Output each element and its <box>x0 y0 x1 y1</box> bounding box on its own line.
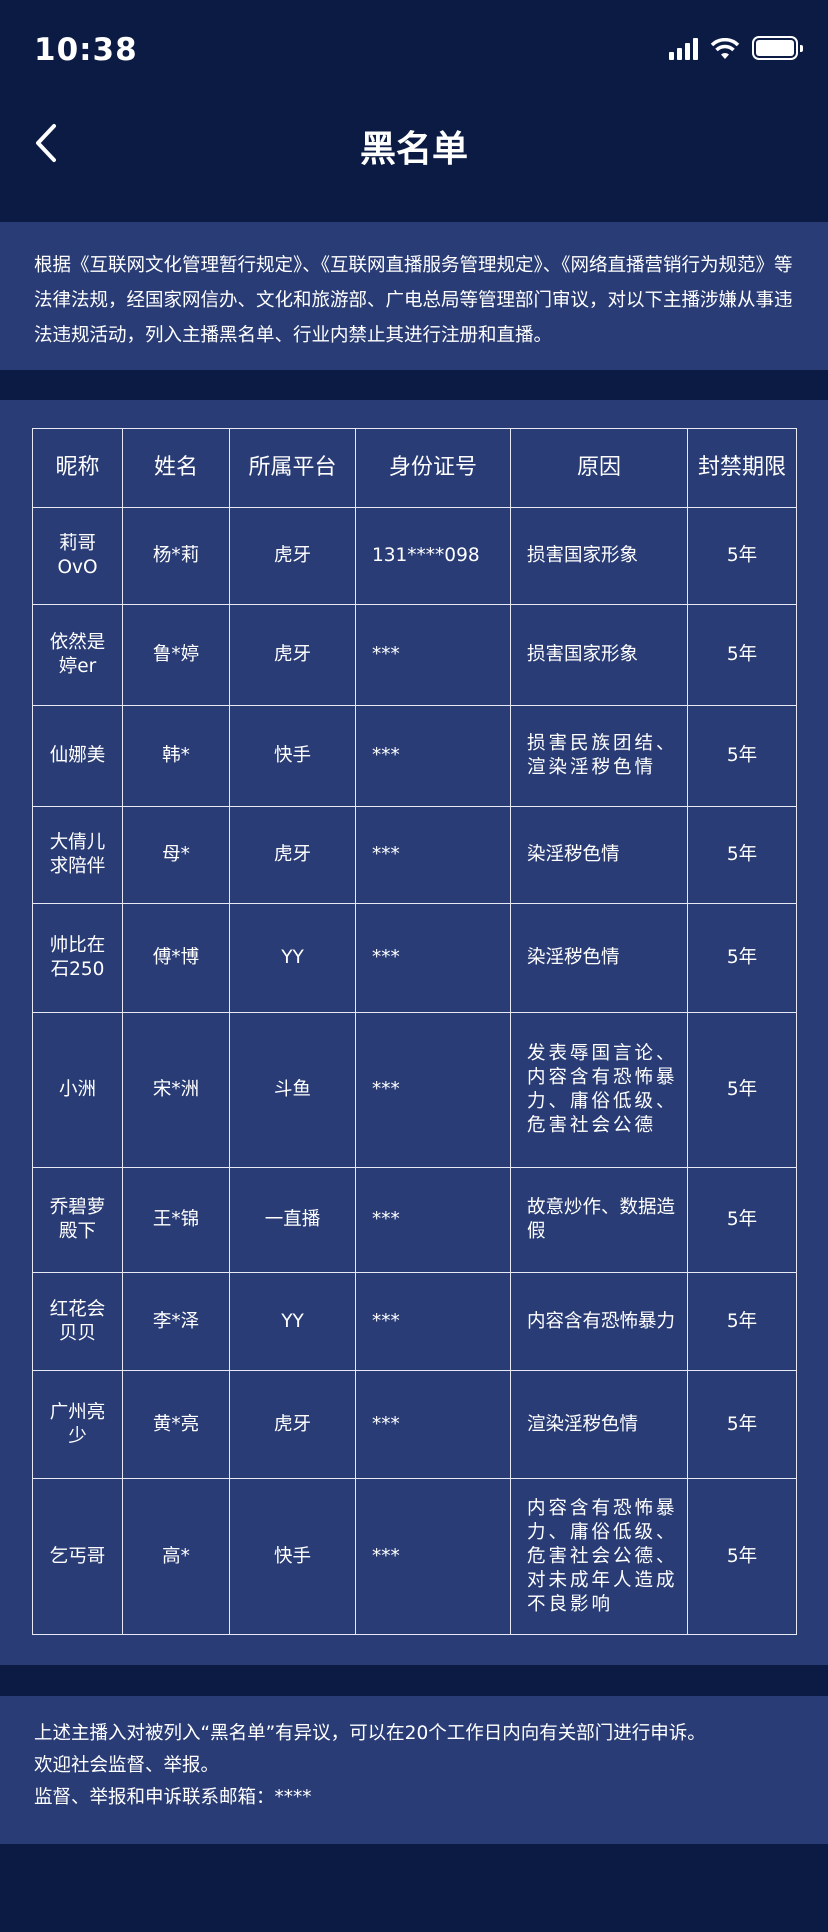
table-row: 帅比在石250 傅*博 YY *** 染淫秽色情 5年 <box>32 903 797 1013</box>
cell-ban-period: 5年 <box>687 1167 797 1273</box>
table-row: 乔碧萝殿下 王*锦 一直播 *** 故意炒作、数据造假 5年 <box>32 1167 797 1273</box>
cell-id-number: *** <box>355 903 511 1013</box>
table-row: 红花会贝贝 李*泽 YY *** 内容含有恐怖暴力 5年 <box>32 1272 797 1371</box>
cell-nickname: 大倩儿求陪伴 <box>32 806 123 904</box>
cell-nickname: 广州亮少 <box>32 1370 123 1479</box>
cell-name: 傅*博 <box>122 903 230 1013</box>
cell-reason: 染淫秽色情 <box>510 806 688 904</box>
cell-platform: 虎牙 <box>229 1370 356 1479</box>
page-title: 黑名单 <box>359 129 468 170</box>
cell-reason: 内容含有恐怖暴力 <box>510 1272 688 1371</box>
blacklist-panel: 昵称 姓名 所属平台 身份证号 原因 封禁期限 莉哥OvO 杨*莉 虎牙 131****098 损… <box>0 400 828 1665</box>
cell-id-number: 131****098 <box>355 507 511 605</box>
table-row: 莉哥OvO 杨*莉 虎牙 131****098 损害国家形象 5年 <box>32 507 797 605</box>
cell-name: 杨*莉 <box>122 507 230 605</box>
cell-reason: 故意炒作、数据造假 <box>510 1167 688 1273</box>
battery-icon <box>752 36 803 60</box>
header-platform: 所属平台 <box>229 428 356 508</box>
header-ban-period: 封禁期限 <box>687 428 797 508</box>
blacklist-table: 昵称 姓名 所属平台 身份证号 原因 封禁期限 莉哥OvO 杨*莉 虎牙 131****098 损… <box>32 428 797 1635</box>
cell-reason: 染淫秽色情 <box>510 903 688 1013</box>
cell-platform: 虎牙 <box>229 604 356 706</box>
footer-line: 欢迎社会监督、举报。 <box>34 1755 220 1776</box>
header-nickname: 昵称 <box>32 428 123 508</box>
cell-id-number: *** <box>355 806 511 904</box>
cell-name: 韩* <box>122 705 230 807</box>
cell-id-number: *** <box>355 1272 511 1371</box>
cell-nickname: 仙娜美 <box>32 705 123 807</box>
cell-platform: YY <box>229 903 356 1013</box>
table-row: 小洲 宋*洲 斗鱼 *** 发表辱国言论、内容含有恐怖暴力、庸俗低级、危害社会公德 5年 <box>32 1012 797 1168</box>
cell-nickname: 乔碧萝殿下 <box>32 1167 123 1273</box>
cell-platform: 快手 <box>229 705 356 807</box>
cell-reason: 损害国家形象 <box>510 604 688 706</box>
table-row: 广州亮少 黄*亮 虎牙 *** 渲染淫秽色情 5年 <box>32 1370 797 1479</box>
cell-platform: YY <box>229 1272 356 1371</box>
cell-id-number: *** <box>355 1012 511 1168</box>
cell-reason: 损害国家形象 <box>510 507 688 605</box>
cell-ban-period: 5年 <box>687 1012 797 1168</box>
cell-reason: 渲染淫秽色情 <box>510 1370 688 1479</box>
cell-ban-period: 5年 <box>687 705 797 807</box>
cell-ban-period: 5年 <box>687 604 797 706</box>
cell-ban-period: 5年 <box>687 507 797 605</box>
table-row: 仙娜美 韩* 快手 *** 损害民族团结、渲染淫秽色情 5年 <box>32 705 797 807</box>
nav-bar: 黑名单 <box>0 100 828 186</box>
cell-id-number: *** <box>355 1370 511 1479</box>
cell-ban-period: 5年 <box>687 1272 797 1371</box>
cell-platform: 虎牙 <box>229 507 356 605</box>
cell-platform: 一直播 <box>229 1167 356 1273</box>
cell-platform: 快手 <box>229 1478 356 1635</box>
table-row: 大倩儿求陪伴 母* 虎牙 *** 染淫秽色情 5年 <box>32 806 797 904</box>
cell-id-number: *** <box>355 1167 511 1273</box>
cell-name: 王*锦 <box>122 1167 230 1273</box>
cell-platform: 虎牙 <box>229 806 356 904</box>
status-bar: 10:38 <box>0 0 828 90</box>
header-id-number: 身份证号 <box>355 428 511 508</box>
cell-reason: 损害民族团结、渲染淫秽色情 <box>510 705 688 807</box>
footer-contact: 监督、举报和申诉联系邮箱：**** <box>34 1787 312 1808</box>
cell-name: 黄*亮 <box>122 1370 230 1479</box>
cell-nickname: 依然是婷er <box>32 604 123 706</box>
cell-id-number: *** <box>355 604 511 706</box>
cell-reason: 发表辱国言论、内容含有恐怖暴力、庸俗低级、危害社会公德 <box>510 1012 688 1168</box>
status-time: 10:38 <box>34 32 138 68</box>
cell-name: 高* <box>122 1478 230 1635</box>
cell-name: 李*泽 <box>122 1272 230 1371</box>
cell-ban-period: 5年 <box>687 903 797 1013</box>
cell-ban-period: 5年 <box>687 1478 797 1635</box>
cell-name: 宋*洲 <box>122 1012 230 1168</box>
cell-nickname: 红花会贝贝 <box>32 1272 123 1371</box>
cell-name: 鲁*婷 <box>122 604 230 706</box>
footer-notice: 上述主播入对被列入“黑名单”有异议，可以在20个工作日内向有关部门进行申诉。 欢… <box>0 1696 828 1844</box>
cell-nickname: 小洲 <box>32 1012 123 1168</box>
cell-ban-period: 5年 <box>687 806 797 904</box>
cell-platform: 斗鱼 <box>229 1012 356 1168</box>
cell-nickname: 莉哥OvO <box>32 507 123 605</box>
wifi-icon <box>710 38 740 59</box>
cell-nickname: 帅比在石250 <box>32 903 123 1013</box>
cell-reason: 内容含有恐怖暴力、庸俗低级、危害社会公德、对未成年人造成不良影响 <box>510 1478 688 1635</box>
header-name: 姓名 <box>122 428 230 508</box>
cell-name: 母* <box>122 806 230 904</box>
table-row: 依然是婷er 鲁*婷 虎牙 *** 损害国家形象 5年 <box>32 604 797 706</box>
cell-id-number: *** <box>355 705 511 807</box>
cell-nickname: 乞丐哥 <box>32 1478 123 1635</box>
intro-text: 根据《互联网文化管理暂行规定》、《互联网直播服务管理规定》、《网络直播营销行为规… <box>0 222 828 370</box>
table-row: 乞丐哥 高* 快手 *** 内容含有恐怖暴力、庸俗低级、危害社会公德、对未成年人造成不良… <box>32 1478 797 1635</box>
cell-id-number: *** <box>355 1478 511 1635</box>
cell-ban-period: 5年 <box>687 1370 797 1479</box>
header-reason: 原因 <box>510 428 688 508</box>
signal-icon <box>669 38 698 60</box>
footer-line: 上述主播入对被列入“黑名单”有异议，可以在20个工作日内向有关部门进行申诉。 <box>34 1723 706 1744</box>
